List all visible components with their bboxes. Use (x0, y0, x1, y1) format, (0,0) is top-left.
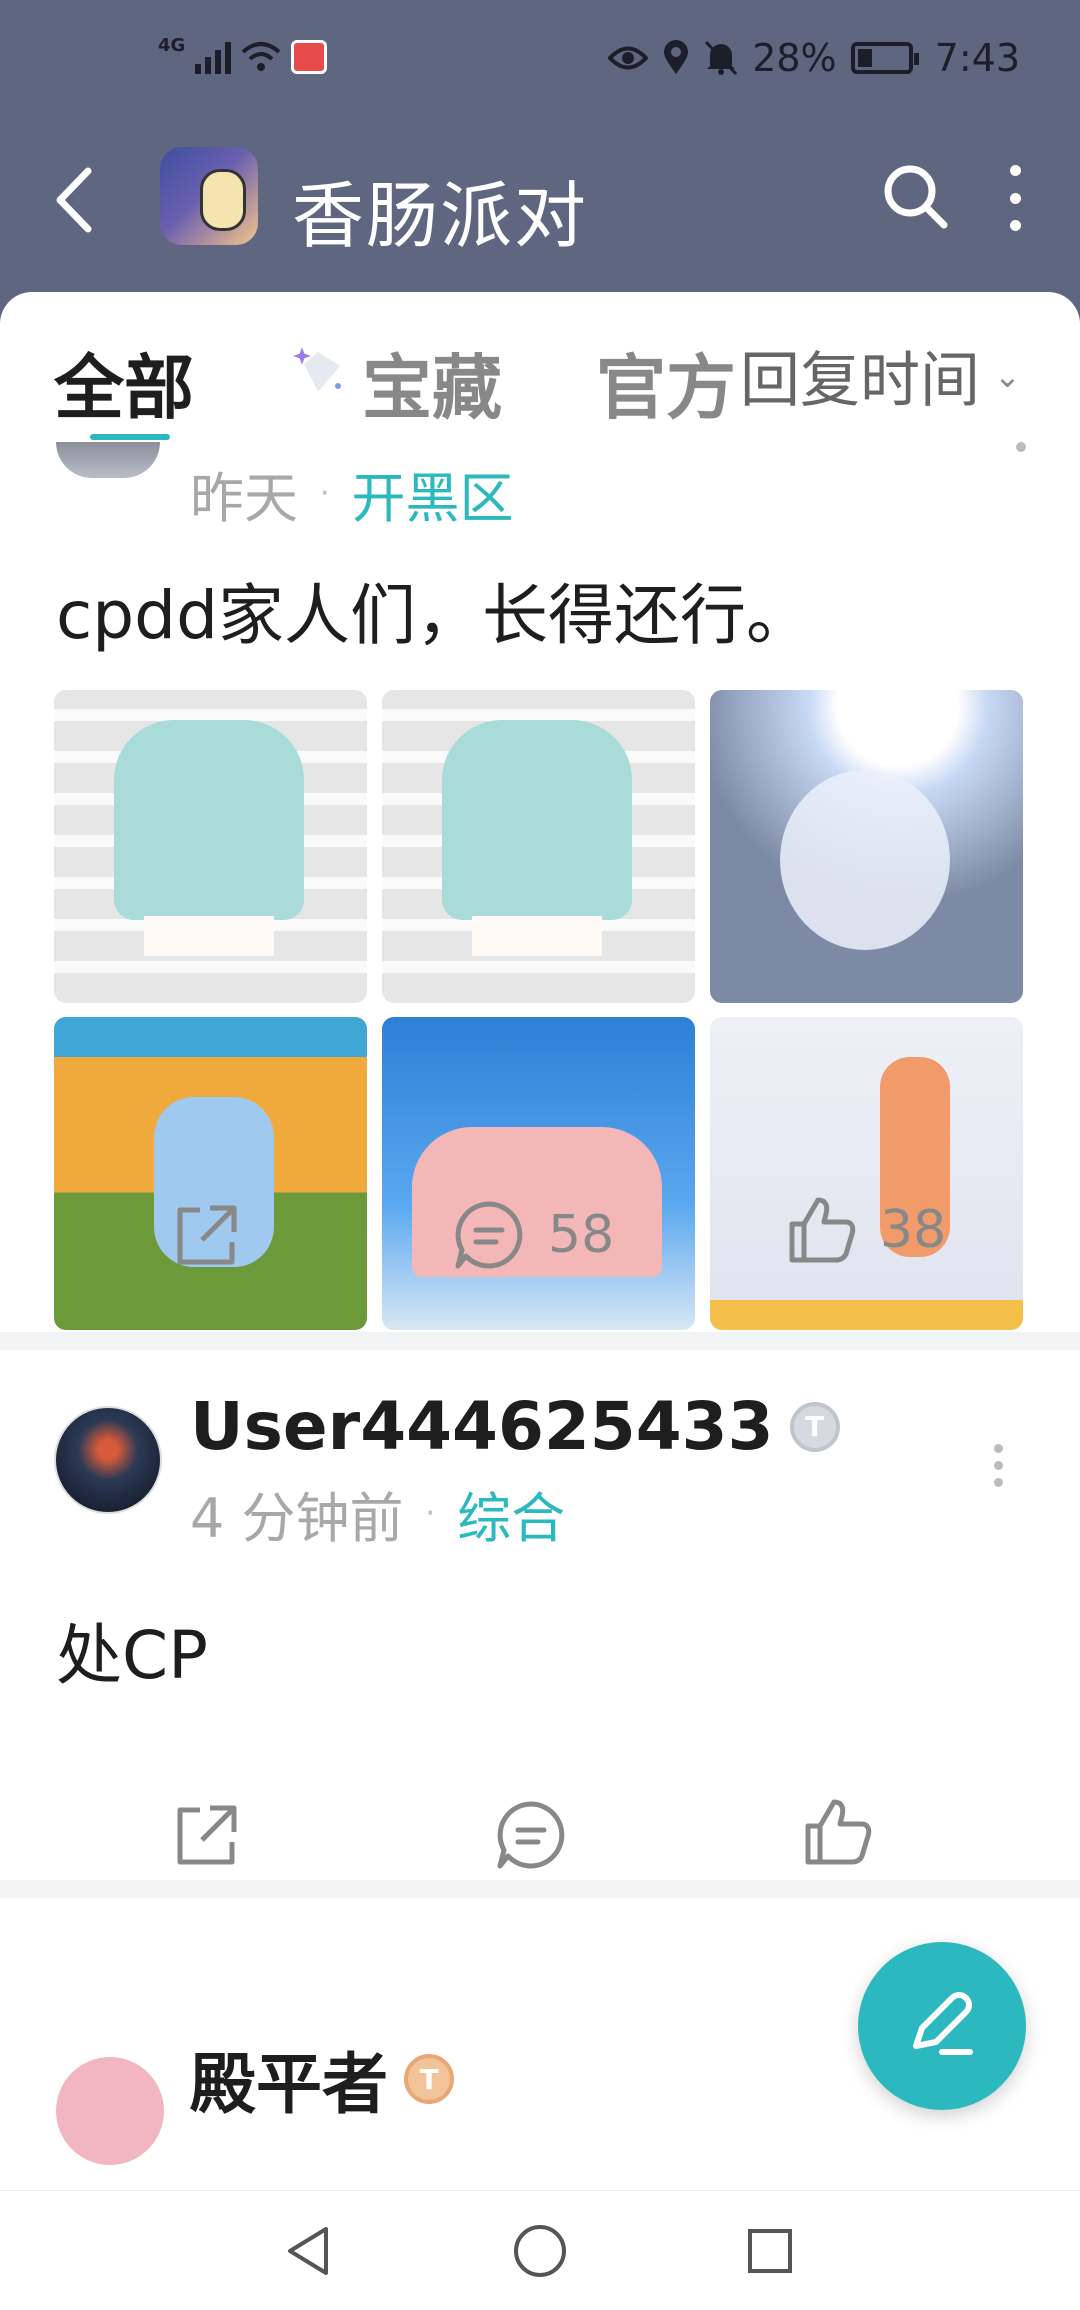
battery-icon (850, 42, 919, 74)
separator-dot: · (320, 476, 330, 511)
username[interactable]: 殿平者 T (190, 2031, 454, 2127)
comment-icon (455, 1201, 523, 1269)
sort-dropdown[interactable]: 回复时间 ⌄ (736, 332, 1021, 419)
active-tab-indicator (90, 434, 170, 440)
comment-icon (497, 1801, 565, 1869)
comment-count: 58 (548, 1205, 615, 1265)
share-icon (177, 1205, 237, 1265)
post-more-button[interactable] (1016, 442, 1026, 452)
back-button[interactable] (52, 165, 96, 246)
post-category[interactable]: 综合 (457, 1474, 565, 1553)
tab-official[interactable]: 官方 (596, 332, 736, 433)
post-more-button[interactable] (994, 1444, 1006, 1487)
post-image[interactable] (382, 1017, 695, 1330)
post-meta: 昨天 · 开黑区 (190, 454, 514, 533)
post-divider (0, 1880, 1080, 1898)
share-button[interactable] (170, 1200, 242, 1272)
share-button[interactable] (170, 1800, 242, 1872)
tab-treasure[interactable]: 宝藏 (362, 332, 502, 433)
post-body: cpdd家人们，长得还行。 (56, 577, 812, 654)
share-icon (177, 1805, 237, 1865)
separator-dot: · (425, 1496, 436, 1531)
search-button[interactable] (880, 161, 950, 231)
tab-bar: 全部 宝藏 官方 回复时间 ⌄ (0, 292, 1080, 442)
thumbs-up-icon (789, 1197, 856, 1263)
app-logo (160, 147, 258, 245)
username[interactable]: User444625433 T (190, 1388, 840, 1465)
tab-all[interactable]: 全部 (54, 332, 194, 433)
circle-home-icon (514, 2225, 566, 2277)
nav-back-button[interactable] (280, 2221, 340, 2281)
post-divider (0, 1332, 1080, 1350)
nav-recents-button[interactable] (740, 2221, 800, 2281)
comment-button[interactable]: 58 (452, 1198, 614, 1272)
chevron-down-icon: ⌄ (994, 356, 1021, 395)
clock-time: 7:43 (934, 36, 1020, 80)
more-vertical-icon (1009, 165, 1021, 176)
avatar[interactable] (56, 442, 160, 478)
post-body: 处CP (56, 1617, 208, 1694)
status-right: 28% 7:43 (608, 36, 1020, 80)
pen-icon (913, 1992, 973, 2055)
more-button[interactable] (1000, 165, 1030, 231)
signal-icon (195, 40, 232, 74)
nav-home-button[interactable] (510, 2221, 570, 2281)
system-nav-bar (0, 2190, 1080, 2310)
post-image[interactable] (54, 690, 367, 1003)
location-icon (664, 40, 689, 74)
post-time: 昨天 (190, 467, 298, 530)
network-type: 4G (158, 34, 186, 56)
chevron-left-icon (56, 167, 92, 233)
post-category[interactable]: 开黑区 (352, 454, 514, 533)
like-button[interactable]: 38 (786, 1194, 946, 1266)
app-header: 香肠派对 (0, 125, 1080, 295)
like-button[interactable] (802, 1796, 874, 1868)
username-text: User444625433 (190, 1388, 774, 1465)
battery-percent: 28% (752, 36, 837, 80)
level-badge: T (404, 2054, 454, 2104)
avatar[interactable] (56, 2057, 164, 2165)
level-badge: T (789, 1401, 840, 1452)
post-card[interactable]: User444625433 T 4 分钟前 · 综合 处CP (0, 1352, 1080, 1952)
thumbs-up-icon (805, 1799, 872, 1865)
wifi-icon (241, 42, 281, 71)
post-image[interactable] (710, 690, 1023, 1003)
page-title: 香肠派对 (292, 174, 589, 258)
triangle-back-icon (288, 2227, 328, 2275)
sort-label: 回复时间 (740, 346, 980, 416)
post-card[interactable]: 昨天 · 开黑区 cpdd家人们，长得还行。 58 38 (0, 442, 1080, 1330)
post-image[interactable] (54, 1017, 367, 1330)
square-recents-icon (748, 2229, 792, 2273)
post-image[interactable] (382, 690, 695, 1003)
username-text: 殿平者 (190, 2046, 388, 2123)
post-image[interactable] (710, 1017, 1023, 1330)
notification-app-icon (291, 40, 328, 74)
compose-button[interactable] (858, 1942, 1026, 2110)
comment-button[interactable] (494, 1798, 568, 1872)
status-left: 4G (158, 35, 328, 74)
diamond-icon (293, 347, 341, 392)
post-time: 4 分钟前 (190, 1487, 404, 1550)
avatar[interactable] (54, 1406, 162, 1514)
like-count: 38 (880, 1200, 947, 1260)
post-meta: 4 分钟前 · 综合 (190, 1474, 565, 1553)
mute-bell-icon (705, 40, 738, 76)
status-bar: 4G 28% 7:43 (0, 0, 1080, 125)
search-icon (884, 165, 948, 229)
eye-icon (608, 46, 649, 70)
